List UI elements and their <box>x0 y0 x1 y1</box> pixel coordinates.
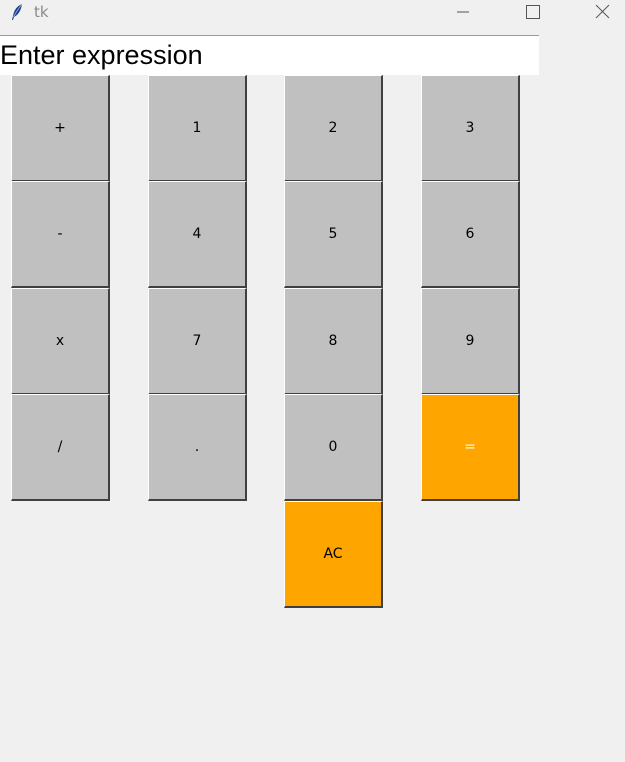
digit-3-button[interactable]: 3 <box>421 75 520 182</box>
decimal-point-button[interactable]: . <box>148 394 247 501</box>
digit-9-button[interactable]: 9 <box>421 288 520 395</box>
window-title: tk <box>34 3 49 21</box>
divide-button[interactable]: / <box>11 394 110 501</box>
all-clear-button[interactable]: AC <box>284 501 383 608</box>
title-bar: tk <box>0 0 625 24</box>
maximize-icon <box>526 5 540 19</box>
digit-1-button[interactable]: 1 <box>148 75 247 182</box>
close-icon <box>595 4 610 19</box>
close-button[interactable] <box>579 0 625 24</box>
feather-icon <box>12 3 23 20</box>
multiply-button[interactable]: x <box>11 288 110 395</box>
minimize-button[interactable] <box>440 0 486 24</box>
digit-6-button[interactable]: 6 <box>421 181 520 288</box>
equals-button[interactable]: = <box>421 394 520 501</box>
digit-8-button[interactable]: 8 <box>284 288 383 395</box>
digit-5-button[interactable]: 5 <box>284 181 383 288</box>
digit-7-button[interactable]: 7 <box>148 288 247 395</box>
digit-0-button[interactable]: 0 <box>284 394 383 501</box>
maximize-button[interactable] <box>509 0 555 24</box>
plus-button[interactable]: + <box>11 75 110 182</box>
digit-4-button[interactable]: 4 <box>148 181 247 288</box>
digit-2-button[interactable]: 2 <box>284 75 383 182</box>
expression-entry[interactable] <box>0 35 539 75</box>
minimize-icon <box>457 11 469 13</box>
minus-button[interactable]: - <box>11 181 110 288</box>
entry-border <box>0 35 539 36</box>
